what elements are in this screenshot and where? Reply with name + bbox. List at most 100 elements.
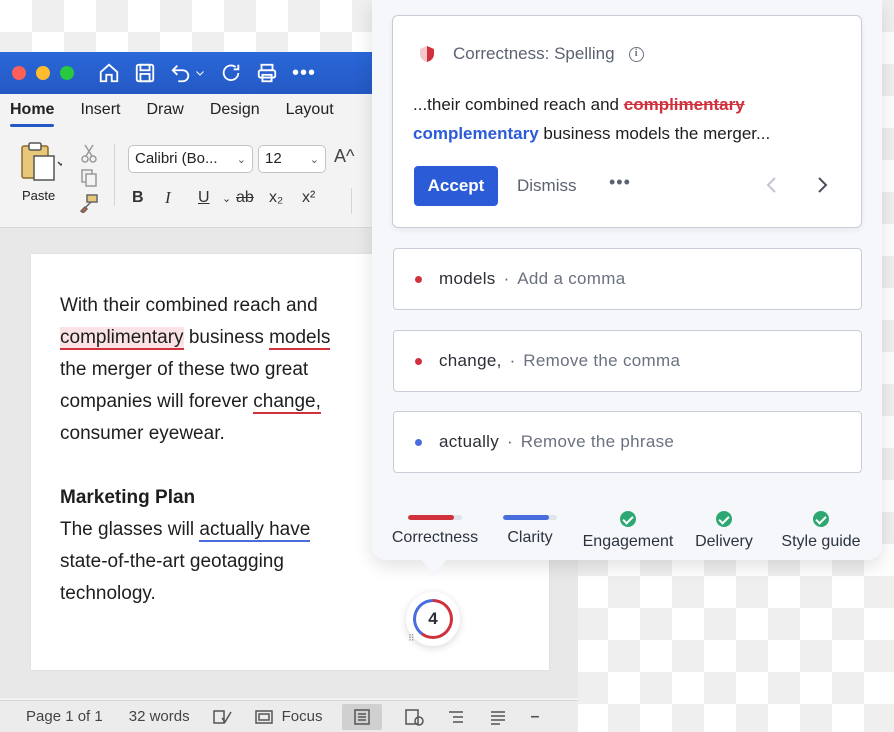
underline-dropdown-icon[interactable]: ⌄ bbox=[222, 192, 236, 205]
suggestion-action: Remove the comma bbox=[523, 351, 681, 370]
replacement-word[interactable]: complementary bbox=[413, 124, 539, 143]
tab-home[interactable]: Home bbox=[10, 101, 55, 127]
preview-text: ...their combined reach and bbox=[413, 95, 624, 114]
more-icon[interactable]: ••• bbox=[292, 62, 316, 85]
redo-icon[interactable] bbox=[220, 62, 242, 84]
tab-layout[interactable]: Layout bbox=[286, 101, 334, 123]
suggestion-card[interactable]: models · Add a comma bbox=[393, 248, 862, 310]
tab-insert[interactable]: Insert bbox=[80, 101, 120, 123]
zoom-out-icon[interactable]: – bbox=[530, 708, 539, 726]
cut-icon[interactable] bbox=[74, 140, 104, 165]
shield-icon bbox=[420, 46, 434, 62]
print-icon[interactable] bbox=[256, 62, 278, 84]
font-size-select[interactable]: 12 ⌄ bbox=[258, 145, 326, 173]
web-layout-icon[interactable] bbox=[404, 708, 425, 726]
incorrect-word: complimentary bbox=[623, 95, 745, 114]
document-body[interactable]: With their combined reach and compliment… bbox=[60, 290, 360, 610]
category-delivery[interactable]: Delivery bbox=[684, 500, 764, 551]
preview-text: business models the merger... bbox=[538, 124, 771, 143]
suggestion-action: Add a comma bbox=[517, 269, 626, 288]
spelling-error-complimentary[interactable]: complimentary bbox=[60, 327, 184, 350]
outline-icon[interactable] bbox=[446, 708, 466, 726]
proofing-icon[interactable] bbox=[212, 708, 232, 726]
font-name-select[interactable]: Calibri (Bo... ⌄ bbox=[128, 145, 253, 173]
clarity-issue-actually[interactable]: actually have bbox=[199, 519, 311, 542]
clarity-progress-fill bbox=[503, 515, 549, 520]
home-icon[interactable] bbox=[98, 62, 120, 84]
grow-font-button[interactable]: A^ bbox=[334, 146, 354, 167]
suggestion-card[interactable]: actually · Remove the phrase bbox=[393, 411, 862, 473]
category-engagement[interactable]: Engagement bbox=[578, 500, 678, 551]
status-bar: Page 1 of 1 32 words Focus – bbox=[0, 700, 578, 732]
text-run: consumer eyewear. bbox=[60, 423, 225, 444]
ribbon-divider bbox=[114, 144, 115, 206]
italic-button[interactable]: I bbox=[165, 188, 198, 208]
text-run: With their combined reach and bbox=[60, 295, 318, 316]
tab-draw[interactable]: Draw bbox=[146, 101, 183, 123]
copy-icon[interactable] bbox=[74, 165, 104, 190]
suggestion-count: 4 bbox=[416, 602, 450, 636]
category-clarity[interactable]: Clarity bbox=[492, 500, 568, 547]
chevron-down-icon[interactable] bbox=[194, 62, 206, 84]
dismiss-button[interactable]: Dismiss bbox=[517, 176, 577, 196]
tab-design[interactable]: Design bbox=[210, 101, 260, 123]
check-icon bbox=[813, 511, 829, 527]
category-label: Clarity bbox=[507, 529, 553, 546]
correctness-progress-fill bbox=[408, 515, 454, 520]
chevron-right-icon[interactable] bbox=[815, 175, 829, 200]
underline-button[interactable]: U bbox=[198, 189, 222, 207]
check-icon bbox=[716, 511, 732, 527]
more-options-icon[interactable]: ••• bbox=[609, 172, 631, 193]
section-heading: Marketing Plan bbox=[60, 487, 196, 508]
grammarly-badge[interactable]: 4 ⠿ bbox=[406, 592, 460, 646]
print-layout-icon[interactable] bbox=[342, 703, 383, 730]
drag-handle-icon[interactable]: ⠿ bbox=[408, 633, 415, 644]
text-run: The glasses will bbox=[60, 519, 200, 540]
suggestion-word: models bbox=[439, 269, 496, 288]
ribbon-divider bbox=[351, 188, 352, 214]
minimize-window-button[interactable] bbox=[36, 66, 50, 80]
clipboard-tools bbox=[74, 140, 104, 220]
text-run: state-of-the-art geotagging technology. bbox=[60, 551, 284, 604]
word-count[interactable]: 32 words bbox=[129, 708, 190, 725]
strikethrough-button[interactable]: ab bbox=[236, 189, 269, 207]
superscript-button[interactable]: x² bbox=[302, 189, 335, 207]
check-icon bbox=[620, 511, 636, 527]
focus-label[interactable]: Focus bbox=[282, 708, 323, 725]
subscript-button[interactable]: x₂ bbox=[269, 189, 302, 207]
font-size-value: 12 bbox=[265, 150, 282, 167]
save-icon[interactable] bbox=[134, 62, 156, 84]
category-style-guide[interactable]: Style guide bbox=[774, 500, 868, 551]
accept-button[interactable]: Accept bbox=[414, 166, 498, 206]
panel-pointer bbox=[420, 558, 448, 576]
page-count[interactable]: Page 1 of 1 bbox=[26, 708, 103, 725]
score-ring: 4 bbox=[413, 599, 453, 639]
correctness-progress bbox=[408, 515, 462, 520]
undo-icon[interactable] bbox=[170, 62, 192, 84]
category-correctness[interactable]: Correctness bbox=[384, 500, 486, 547]
close-window-button[interactable] bbox=[12, 66, 26, 80]
chevron-down-icon: ⌄ bbox=[236, 154, 246, 166]
info-icon[interactable]: i bbox=[628, 46, 644, 62]
grammarly-panel: Correctness: Spelling i ...their combine… bbox=[372, 0, 882, 560]
format-buttons: B I U ⌄ ab x₂ x² bbox=[132, 188, 335, 208]
suggestion-word: change, bbox=[439, 351, 502, 370]
paste-button[interactable]: Paste bbox=[14, 140, 74, 210]
zoom-window-button[interactable] bbox=[60, 66, 74, 80]
correctness-dot bbox=[415, 357, 422, 365]
separator-dot: · bbox=[509, 351, 516, 370]
chevron-left-icon[interactable] bbox=[765, 175, 779, 200]
bold-button[interactable]: B bbox=[132, 189, 165, 207]
grammar-error-models[interactable]: models bbox=[269, 327, 331, 350]
suggestion-header: Correctness: Spelling i bbox=[419, 44, 644, 64]
clipboard-icon bbox=[21, 142, 62, 181]
draft-icon[interactable] bbox=[488, 708, 508, 726]
chevron-down-icon: ⌄ bbox=[309, 154, 319, 166]
grammar-error-change[interactable]: change, bbox=[253, 391, 321, 414]
focus-icon[interactable] bbox=[254, 708, 274, 726]
suggestion-card[interactable]: change, · Remove the comma bbox=[393, 330, 862, 392]
format-painter-icon[interactable] bbox=[74, 190, 104, 215]
separator-dot: · bbox=[503, 269, 510, 288]
active-suggestion-card[interactable]: Correctness: Spelling i ...their combine… bbox=[392, 15, 862, 228]
category-label: Style guide bbox=[781, 533, 861, 550]
